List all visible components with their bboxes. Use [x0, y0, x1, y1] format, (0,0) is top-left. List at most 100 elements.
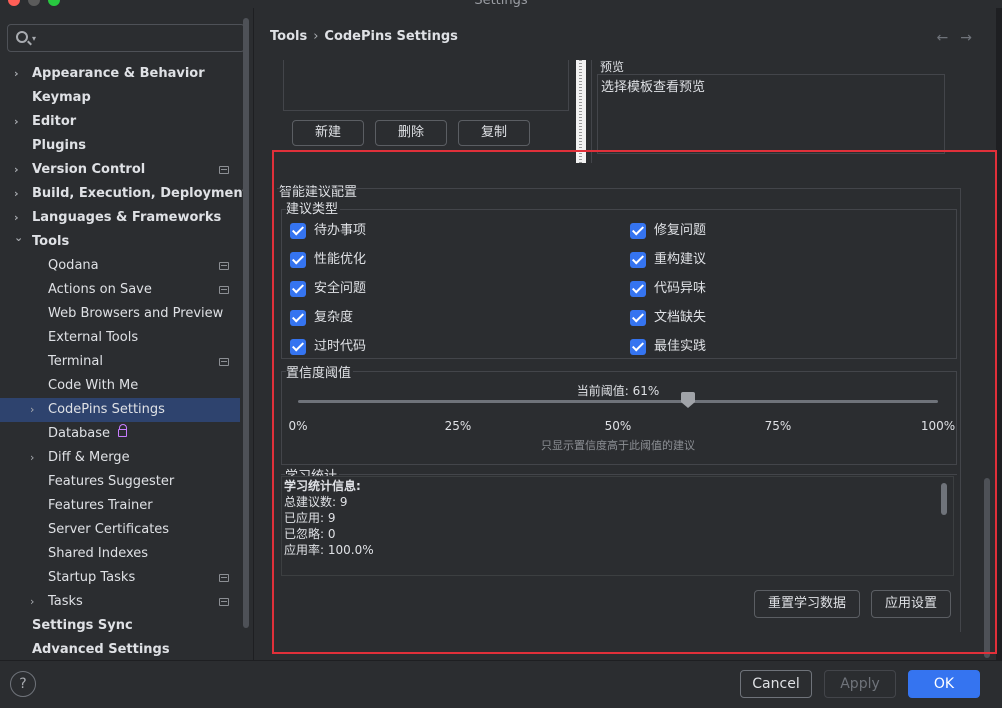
checkbox-checked-icon[interactable]	[630, 310, 646, 326]
project-level-icon	[219, 598, 229, 606]
window-edge	[996, 8, 1002, 660]
cancel-button[interactable]: Cancel	[740, 670, 812, 698]
main-scrollbar[interactable]	[984, 478, 990, 658]
suggestion-types-title: 建议类型	[286, 198, 341, 217]
checkbox-label: 最佳实践	[654, 339, 707, 354]
dialog-footer: ? Cancel Apply OK	[0, 660, 1002, 708]
checkbox-checked-icon[interactable]	[630, 223, 646, 239]
chevron-right-icon[interactable]: ›	[14, 62, 26, 86]
sidebar-item[interactable]: › Appearance & Behavior	[0, 62, 240, 86]
reset-learning-data-button[interactable]: 重置学习数据	[754, 590, 860, 618]
confidence-threshold-title: 置信度阈值	[286, 362, 354, 381]
preview-group: 预览 选择模板查看预览	[591, 60, 961, 163]
checkbox-checked-icon[interactable]	[290, 310, 306, 326]
checkbox-checked-icon[interactable]	[290, 281, 306, 297]
ok-button[interactable]: OK	[908, 670, 980, 698]
breadcrumb: Tools › CodePins Settings	[270, 29, 458, 44]
copy-template-button[interactable]: 复制	[458, 120, 530, 146]
chevron-down-icon[interactable]: ⌄	[14, 226, 26, 250]
delete-template-button[interactable]: 删除	[375, 120, 447, 146]
smart-config-group: 建议类型 待办事项 修复问题 性能优化 重构建议 安全问题 代码异味 复杂度 文档缺失 过时代码…	[277, 188, 961, 632]
checkbox-checked-icon[interactable]	[630, 339, 646, 355]
chevron-right-icon[interactable]: ›	[30, 590, 42, 614]
chevron-right-icon[interactable]: ›	[30, 446, 42, 470]
sidebar-item[interactable]: Shared Indexes	[0, 542, 240, 566]
sidebar-item[interactable]: Actions on Save	[0, 278, 240, 302]
sidebar-item-label: CodePins Settings	[48, 402, 165, 417]
chevron-right-icon[interactable]: ›	[30, 398, 42, 422]
breadcrumb-root[interactable]: Tools	[270, 29, 307, 44]
sidebar-scrollbar[interactable]	[243, 18, 249, 628]
sidebar-item-label: Code With Me	[48, 378, 139, 393]
sidebar-item[interactable]: External Tools	[0, 326, 240, 350]
project-level-icon	[219, 358, 229, 366]
sidebar-item-label: Settings Sync	[32, 618, 133, 633]
apply-settings-button[interactable]: 应用设置	[871, 590, 951, 618]
history-nav: ←→	[937, 30, 984, 46]
sidebar-item-label: Web Browsers and Preview	[48, 306, 224, 321]
sidebar-item[interactable]: Features Trainer	[0, 494, 240, 518]
sidebar-item-label: Terminal	[48, 354, 103, 369]
help-button[interactable]: ?	[10, 671, 36, 697]
checkbox-label: 修复问题	[654, 223, 707, 238]
sidebar-item[interactable]: ⌄ Tools	[0, 230, 240, 254]
sidebar-item[interactable]: › Editor	[0, 110, 240, 134]
settings-tree: › Appearance & Behavior Keymap › Editor Plugi…	[0, 62, 249, 662]
sidebar-item[interactable]: Qodana	[0, 254, 240, 278]
checkbox-label: 代码异味	[654, 281, 707, 296]
sidebar-item[interactable]: › CodePins Settings	[0, 398, 240, 422]
preview-title: 预览	[600, 60, 625, 74]
chevron-right-icon[interactable]: ›	[14, 110, 26, 134]
settings-sidebar: ▾ › Appearance & Behavior Keymap › Editor Plu…	[0, 8, 254, 660]
sidebar-item[interactable]: › Languages & Frameworks	[0, 206, 240, 230]
chevron-right-icon[interactable]: ›	[14, 182, 26, 206]
sidebar-item[interactable]: Advanced Settings	[0, 638, 240, 662]
search-input[interactable]: ▾	[7, 24, 245, 52]
sidebar-item-label: Tasks	[48, 594, 83, 609]
new-template-button[interactable]: 新建	[292, 120, 364, 146]
sidebar-item[interactable]: Server Certificates	[0, 518, 240, 542]
sidebar-item[interactable]: › Version Control	[0, 158, 240, 182]
confidence-threshold-group: 置信度阈值	[281, 362, 957, 465]
sidebar-item-label: Database	[48, 426, 111, 441]
sidebar-item[interactable]: Settings Sync	[0, 614, 240, 638]
chevron-right-icon[interactable]: ›	[14, 158, 26, 182]
search-options-icon[interactable]: ▾	[32, 34, 36, 43]
sidebar-item-label: Editor	[32, 114, 77, 129]
checkbox-checked-icon[interactable]	[290, 339, 306, 355]
checkbox-label: 重构建议	[654, 252, 707, 267]
sidebar-item[interactable]: Keymap	[0, 86, 240, 110]
sidebar-item[interactable]: Terminal	[0, 350, 240, 374]
template-list[interactable]	[283, 60, 569, 111]
sidebar-item[interactable]: Plugins	[0, 134, 240, 158]
apply-button[interactable]: Apply	[824, 670, 896, 698]
sidebar-item-label: Actions on Save	[48, 282, 152, 297]
title-bar: Settings	[0, 0, 1002, 8]
window-title: Settings	[474, 0, 528, 8]
preview-text: 选择模板查看预览	[601, 80, 706, 95]
settings-main-panel: Tools › CodePins Settings ←→ 新建 删除 复制 预览 选…	[255, 8, 1002, 660]
split-pane-divider[interactable]	[576, 60, 586, 163]
checkbox-checked-icon[interactable]	[290, 223, 306, 239]
checkbox-checked-icon[interactable]	[630, 252, 646, 268]
sidebar-item[interactable]: › Tasks	[0, 590, 240, 614]
sidebar-item[interactable]: Startup Tasks	[0, 566, 240, 590]
sidebar-item[interactable]: Code With Me	[0, 374, 240, 398]
sidebar-item-label: Version Control	[32, 162, 146, 177]
sidebar-item[interactable]: Database	[0, 422, 240, 446]
sidebar-item[interactable]: › Diff & Merge	[0, 446, 240, 470]
sidebar-item-label: Shared Indexes	[48, 546, 149, 561]
learning-stats-group: 学习统计	[281, 465, 957, 584]
codepins-settings-content: 新建 删除 复制 预览 选择模板查看预览 智能建议配置 建议类型 待办事项 修复问…	[273, 60, 981, 660]
sidebar-item-label: Features Suggester	[48, 474, 175, 489]
sidebar-item[interactable]: Features Suggester	[0, 470, 240, 494]
sidebar-item-label: Startup Tasks	[48, 570, 136, 585]
back-arrow-icon[interactable]: ←	[937, 30, 961, 46]
sidebar-item[interactable]: Web Browsers and Preview	[0, 302, 240, 326]
breadcrumb-separator: ›	[313, 29, 319, 44]
checkbox-checked-icon[interactable]	[630, 281, 646, 297]
suggestion-types-group: 建议类型 待办事项 修复问题 性能优化 重构建议 安全问题 代码异味 复杂度 文档缺失 过时代码…	[281, 198, 957, 359]
sidebar-item[interactable]: › Build, Execution, Deployment	[0, 182, 249, 206]
checkbox-checked-icon[interactable]	[290, 252, 306, 268]
forward-arrow-icon[interactable]: →	[960, 30, 984, 46]
